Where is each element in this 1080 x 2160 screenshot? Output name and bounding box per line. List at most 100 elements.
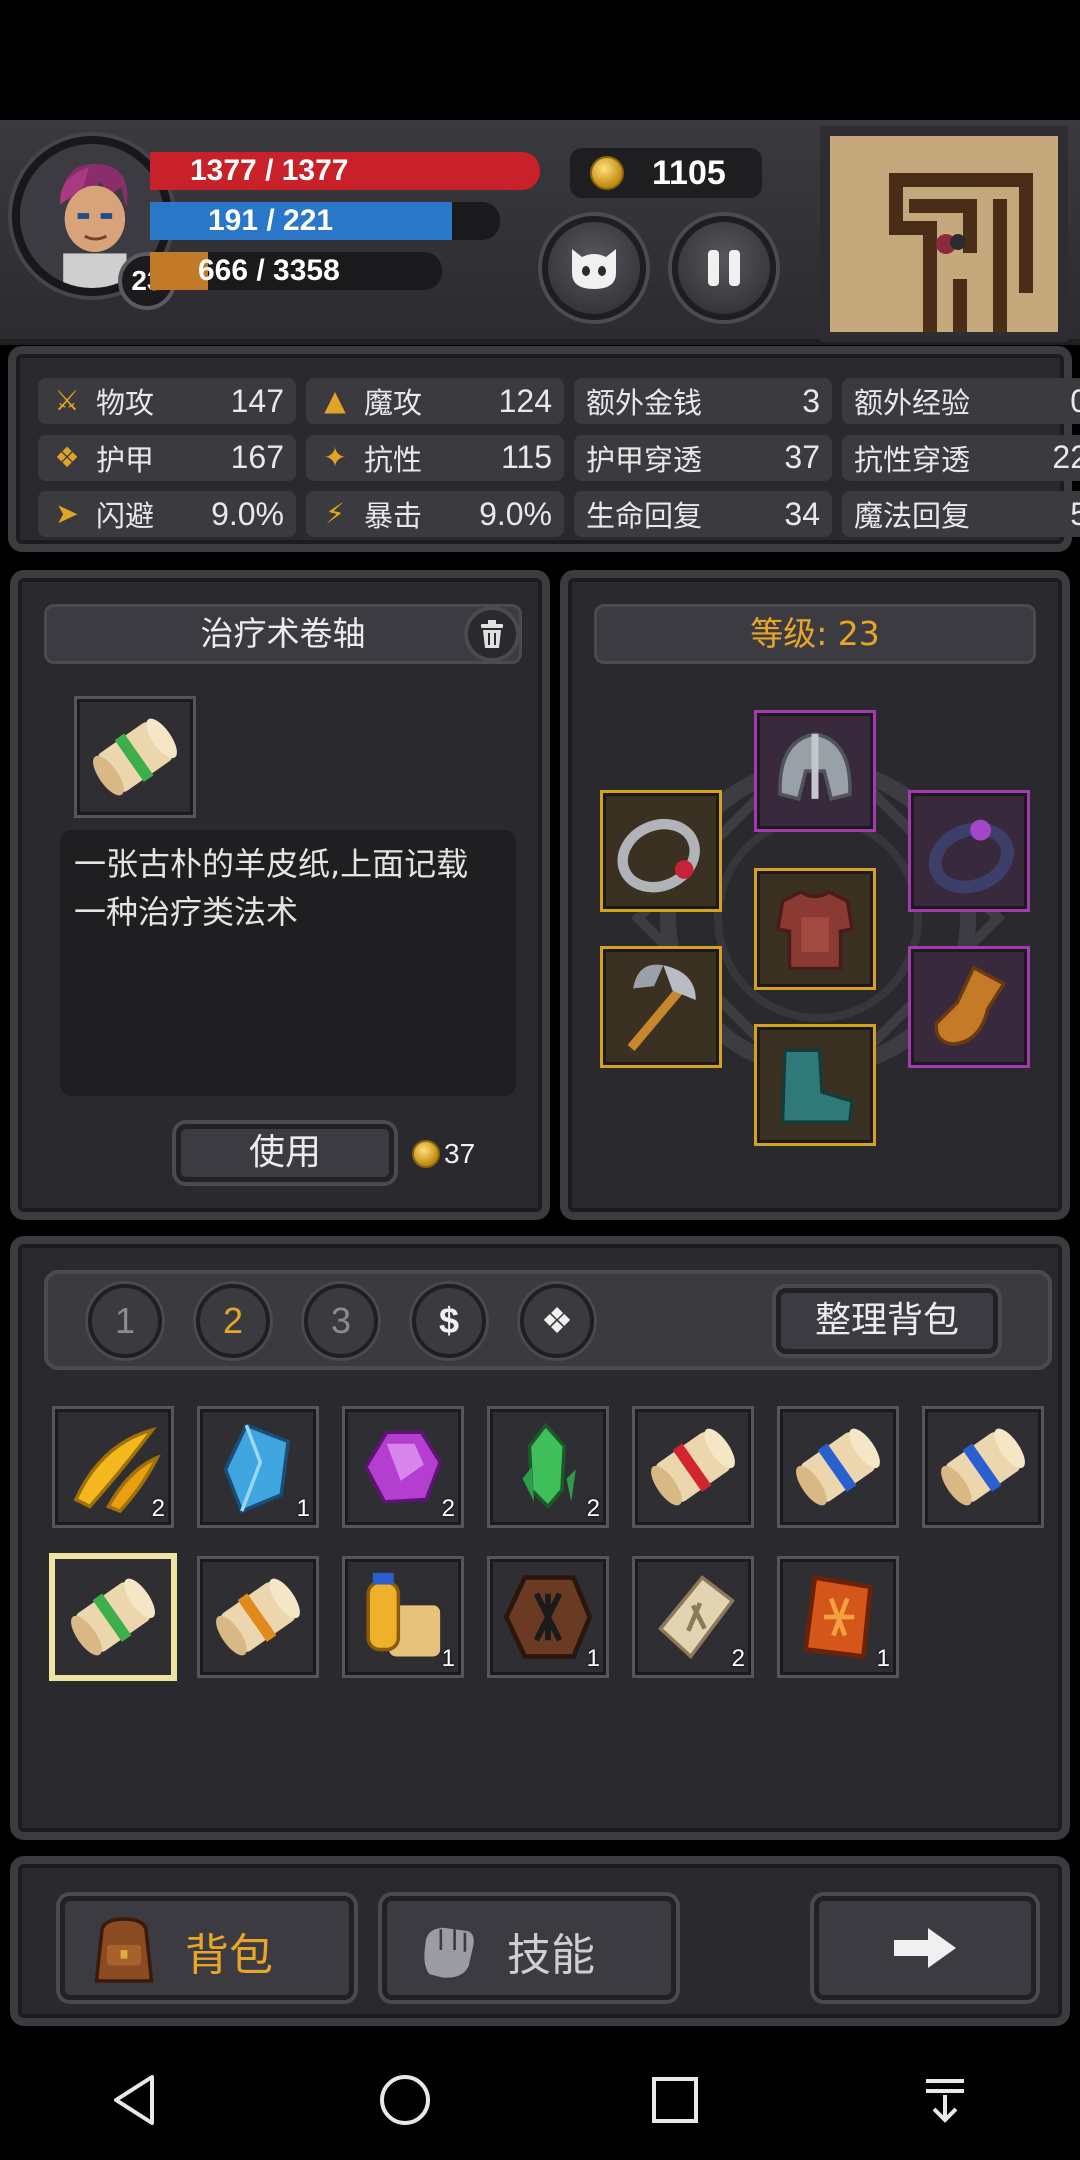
stat-label: 闪避 [96, 499, 155, 534]
sword-icon: ⚔ [54, 384, 80, 417]
stat-value: 147 [230, 382, 284, 419]
mp-text: 191 / 221 [208, 204, 334, 237]
scroll-orange-icon [216, 1578, 300, 1656]
inventory-slot[interactable] [777, 1406, 899, 1528]
home-nav-button[interactable] [365, 2060, 445, 2140]
hp-text: 1377 / 1377 [190, 154, 349, 187]
shop-tab[interactable]: $ [412, 1284, 486, 1358]
equip-slot-ring-left[interactable] [600, 790, 722, 912]
stat-label: 额外经验 [854, 386, 971, 420]
home-circle-icon [380, 2075, 430, 2125]
arrow-right-icon [894, 1928, 956, 1968]
equip-slot-boots[interactable] [754, 1024, 876, 1146]
bag-tab-3[interactable]: 3 [304, 1284, 378, 1358]
inventory-slot[interactable]: 2 [342, 1406, 464, 1528]
item-count: 1 [586, 1645, 600, 1672]
back-nav-button[interactable] [95, 2060, 175, 2140]
stat-label: 物攻 [96, 386, 155, 420]
inventory-slot[interactable]: 1 [777, 1556, 899, 1678]
stat-extra-gold: 额外金钱 3 [574, 378, 832, 424]
pet-items-tab[interactable]: ❖ [520, 1284, 594, 1358]
skill-button[interactable]: 技能 [382, 1896, 676, 2000]
stat-label: 护甲 [96, 442, 155, 477]
stat-label: 魔法回复 [854, 499, 971, 534]
gold-amount: 1105 [652, 154, 726, 192]
pause-icon [708, 250, 740, 286]
selected-item-icon [74, 696, 196, 818]
stats-panel: ⚔ 物攻 147 ▲ 魔攻 124 额外金钱 3 额外经验 0 ❖ 护甲 167… [8, 346, 1080, 552]
stat-value: 34 [784, 495, 820, 532]
recents-nav-button[interactable] [635, 2060, 715, 2140]
stat-crit: ⚡ 暴击 9.0% [306, 491, 564, 538]
inventory-slot[interactable] [197, 1556, 319, 1678]
dungeon-minimap[interactable] [820, 126, 1068, 342]
bag-label: 背包 [185, 1930, 273, 1981]
scroll-blue-icon [941, 1428, 1025, 1506]
axe-icon [627, 964, 696, 1051]
pet-button[interactable] [542, 216, 646, 320]
gauntlet-icon [934, 965, 1007, 1046]
ring-red-icon [617, 818, 700, 893]
stat-extra-exp: 额外经验 0 [842, 378, 1080, 424]
stat-hp-regen: 生命回复 34 [574, 491, 832, 538]
inventory-panel: 1 2 3 $ ❖ 整理背包 2 1 2 2 1 1 2 1 [10, 1236, 1070, 1840]
inventory-slot[interactable]: 1 [197, 1406, 319, 1528]
discard-button[interactable] [464, 606, 520, 662]
equip-slot-helmet[interactable] [754, 710, 876, 832]
inventory-slot[interactable]: 2 [487, 1406, 609, 1528]
stat-label: 魔攻 [364, 386, 423, 420]
fist-icon [420, 1924, 478, 1982]
scroll-green-icon [71, 1578, 155, 1656]
sort-bag-button[interactable]: 整理背包 [776, 1288, 998, 1354]
stat-label: 抗性穿透 [854, 442, 971, 477]
bag-button[interactable]: 背包 [60, 1896, 354, 2000]
skill-label: 技能 [507, 1930, 595, 1981]
use-button[interactable]: 使用 [176, 1124, 394, 1182]
inventory-slot[interactable] [632, 1406, 754, 1528]
backpack-icon [94, 1917, 154, 1983]
item-count: 1 [441, 1645, 455, 1672]
bag-tab-1[interactable]: 1 [88, 1284, 162, 1358]
inventory-slot[interactable]: 1 [342, 1556, 464, 1678]
scroll-green-icon [93, 718, 177, 796]
stat-armor: ❖ 护甲 167 [38, 434, 296, 481]
item-description: 一张古朴的羊皮纸,上面记载 一种治疗类法术 [60, 830, 516, 1096]
equip-slot-armor[interactable] [754, 868, 876, 990]
stat-dodge: ➤ 闪避 9.0% [38, 491, 296, 538]
stat-armor-pen: 护甲穿透 37 [574, 434, 832, 481]
system-nav-bar [0, 2040, 1080, 2160]
description-line: 一张古朴的羊皮纸,上面记载 [74, 845, 469, 883]
inventory-slot[interactable]: 1 [487, 1556, 609, 1678]
stat-magic-attack: ▲ 魔攻 124 [306, 378, 564, 424]
equip-slot-ring-right[interactable] [908, 790, 1030, 912]
stat-physical-attack: ⚔ 物攻 147 [38, 378, 296, 424]
notifications-nav-button[interactable] [905, 2060, 985, 2140]
stat-value: 115 [500, 439, 552, 476]
inventory-slot[interactable]: 2 [632, 1556, 754, 1678]
stat-label: 额外金钱 [586, 386, 703, 420]
item-detail-panel: 治疗术卷轴 一张古朴的羊皮纸,上面记载 一种治疗类法术 使用 37 [10, 570, 550, 1220]
stat-value: 124 [498, 382, 552, 419]
chest-armor-icon [775, 889, 855, 971]
pause-button[interactable] [672, 216, 776, 320]
xp-text: 666 / 3358 [198, 254, 340, 287]
bag-tab-2[interactable]: 2 [196, 1284, 270, 1358]
item-count: 2 [441, 1495, 455, 1522]
item-price: 37 [444, 1138, 476, 1169]
inventory-slot-selected[interactable] [52, 1556, 174, 1678]
gold-coin-icon [590, 156, 624, 190]
inventory-slot[interactable] [922, 1406, 1044, 1528]
gold-coin-icon [412, 1140, 440, 1168]
equip-slot-gloves[interactable] [908, 946, 1030, 1068]
equip-slot-weapon[interactable] [600, 946, 722, 1068]
scroll-red-icon [651, 1428, 735, 1506]
next-button[interactable] [814, 1896, 1036, 2000]
maze-map-icon [889, 173, 1033, 339]
equipment-panel: 等级: 23 [560, 570, 1070, 1220]
running-icon: ➤ [55, 497, 79, 531]
inventory-slot[interactable]: 2 [52, 1406, 174, 1528]
boots-icon [780, 1048, 855, 1124]
stat-label: 生命回复 [586, 499, 703, 534]
helmet-icon [778, 732, 852, 801]
muscle-icon: ✦ [323, 440, 347, 474]
